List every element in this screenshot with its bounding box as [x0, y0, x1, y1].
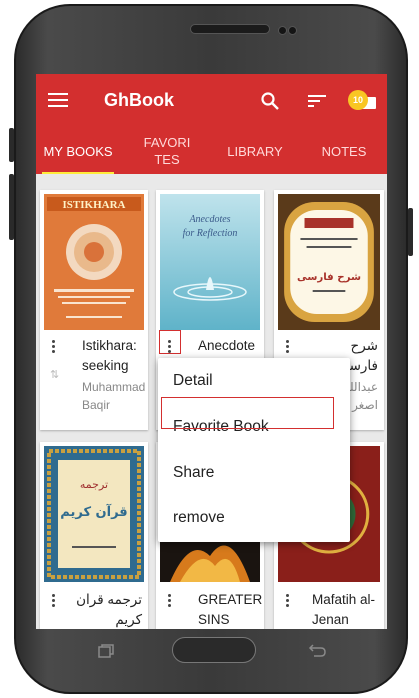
book-title: Anecdote	[198, 338, 256, 353]
back-icon[interactable]	[308, 643, 326, 657]
book-cover[interactable]: شرح فارسی	[278, 194, 380, 330]
book-title: GREATER SINS	[198, 592, 263, 627]
overflow-menu-icon[interactable]	[286, 594, 290, 609]
cover-title-text: ISTIKHARA	[63, 199, 126, 211]
book-cover[interactable]: ترجمه قرآن کریم	[44, 446, 144, 582]
power-button	[408, 208, 413, 256]
book-title: Istikhara: seeking	[82, 338, 137, 373]
overflow-menu-icon[interactable]	[52, 340, 56, 355]
svg-text:شرح فارسی: شرح فارسی	[297, 272, 361, 283]
notification-icon[interactable]: 10	[348, 88, 378, 112]
app-title: GhBook	[104, 90, 174, 110]
book-card-tarjomeh-quran[interactable]: ترجمه قرآن کریم ترجمه قران کريم	[40, 442, 148, 629]
volume-button-long	[9, 174, 14, 240]
tab-bar: MY BOOKS FAVORITES LIBRARY NOTES	[36, 128, 387, 174]
menu-item-share[interactable]: Share	[158, 454, 350, 492]
sort-arrows-icon: ⇅	[50, 369, 60, 381]
sensor	[288, 26, 297, 35]
menu-icon[interactable]	[48, 93, 68, 109]
svg-text:for Reflection: for Reflection	[183, 228, 238, 239]
book-cover[interactable]: ISTIKHARA	[44, 194, 144, 330]
book-cover[interactable]: Anecdotes for Reflection	[160, 194, 260, 330]
home-button[interactable]	[172, 637, 256, 663]
menu-item-remove[interactable]: remove	[158, 499, 350, 537]
tab-favorites[interactable]: FAVORITES	[132, 128, 202, 174]
overflow-menu-icon[interactable]	[168, 594, 172, 609]
svg-text:Anecdotes: Anecdotes	[188, 214, 230, 225]
overflow-menu-icon[interactable]	[52, 594, 56, 609]
menu-item-detail[interactable]: Detail	[158, 362, 350, 400]
tab-my-books[interactable]: MY BOOKS	[42, 128, 114, 174]
tab-notes[interactable]: NOTES	[310, 128, 378, 174]
context-menu: Detail Favorite Book Share remove	[158, 358, 350, 542]
overflow-highlight	[159, 330, 181, 354]
book-author: Muhammad Baqir	[82, 380, 146, 412]
app-bar: GhBook 10	[36, 74, 387, 128]
tab-library[interactable]: LIBRARY	[218, 128, 292, 174]
search-icon[interactable]	[260, 91, 280, 111]
speaker-grill	[190, 24, 270, 34]
favorite-highlight	[161, 397, 334, 429]
recent-apps-icon[interactable]	[98, 644, 114, 658]
volume-button	[9, 128, 14, 162]
book-title: Mafatih al-Jenan	[312, 592, 376, 627]
tab-indicator	[42, 172, 114, 174]
front-camera	[278, 26, 287, 35]
overflow-menu-icon[interactable]	[286, 340, 290, 355]
book-title: ترجمه قران کريم	[76, 592, 142, 627]
notification-count: 10	[348, 90, 368, 110]
sort-icon[interactable]	[308, 95, 326, 109]
svg-text:ترجمه: ترجمه	[80, 478, 108, 491]
svg-text:قرآن کریم: قرآن کریم	[60, 503, 127, 520]
nav-bar	[36, 629, 387, 673]
book-card-istikhara[interactable]: ISTIKHARA Istikhara: seeking Muhammad Ba…	[40, 190, 148, 430]
app-screen: GhBook 10 MY BOOKS FAVORITES LIBRARY NOT…	[36, 74, 387, 629]
